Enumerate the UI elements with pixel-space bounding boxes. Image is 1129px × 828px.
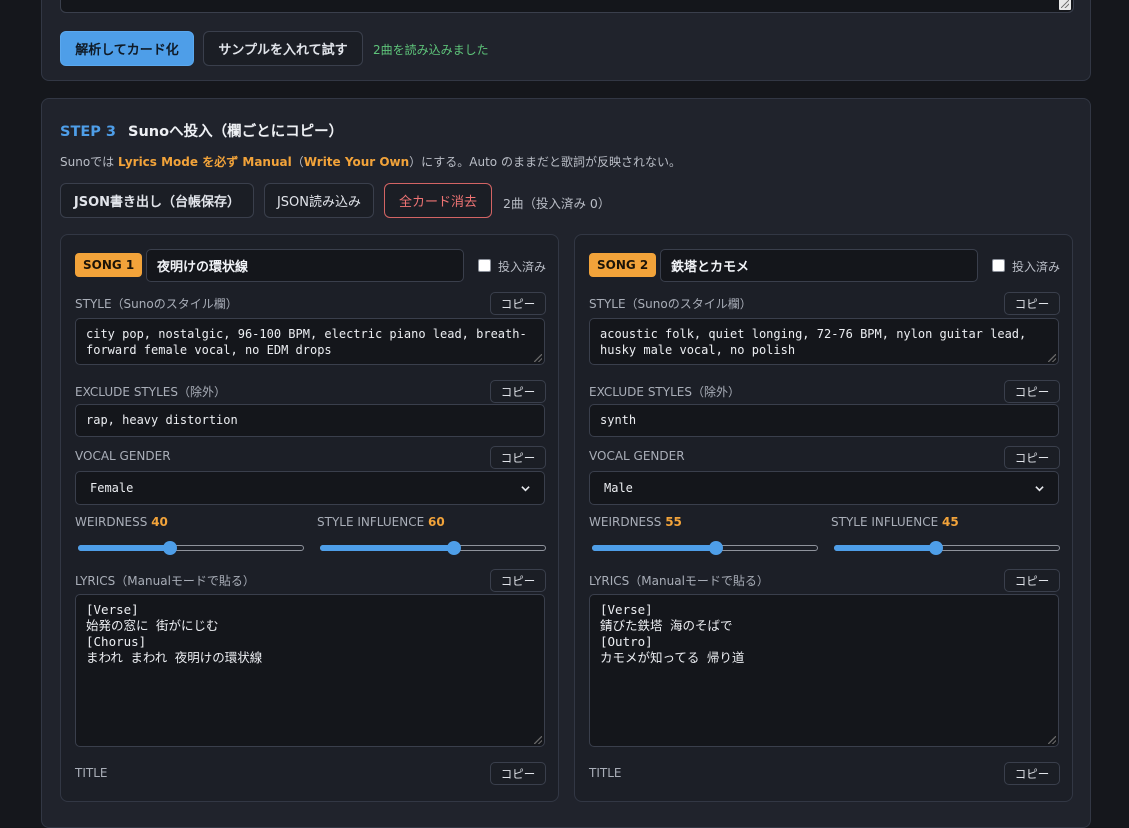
style-influence-slider[interactable] [320, 541, 546, 555]
copy-title-button[interactable]: コピー [1004, 762, 1060, 785]
weirdness-text: WEIRDNESS [589, 515, 662, 529]
slider-thumb[interactable] [708, 541, 723, 555]
copy-style-button[interactable]: コピー [490, 292, 546, 315]
sample-button[interactable]: サンプルを入れて試す [203, 31, 363, 66]
step-title: Sunoへ投入（欄ごとにコピー） [128, 124, 344, 140]
copy-exclude-button[interactable]: コピー [1004, 380, 1060, 403]
vocal-gender-value: Female [90, 481, 134, 495]
step-number: STEP 3 [60, 124, 117, 140]
copy-lyrics-button[interactable]: コピー [490, 569, 546, 592]
weirdness-value: 55 [665, 515, 682, 529]
style-influence-text: STYLE INFLUENCE [317, 515, 425, 529]
exclude-label: EXCLUDE STYLES（除外） [589, 385, 740, 399]
clear-all-button[interactable]: 全カード消去 [384, 183, 492, 218]
hint-text: Sunoでは [60, 155, 118, 169]
song-card: SONG 2 鉄塔とカモメ 投入済み STYLE（Sunoのスタイル欄） コピー… [574, 234, 1073, 802]
slider-thumb[interactable] [929, 541, 944, 555]
chevron-down-icon [1035, 485, 1044, 491]
style-label: STYLE（Sunoのスタイル欄） [589, 297, 752, 311]
song-card: SONG 1 夜明けの環状線 投入済み STYLE（Sunoのスタイル欄） コピ… [60, 234, 559, 802]
song-badge: SONG 1 [75, 253, 143, 277]
weirdness-slider[interactable] [78, 541, 304, 555]
hint-highlight-manual: Lyrics Mode を必ず Manual [118, 155, 292, 169]
slider-thumb[interactable] [162, 541, 177, 555]
style-influence-slider[interactable] [834, 541, 1060, 555]
style-influence-value: 45 [942, 515, 959, 529]
song-title-input[interactable]: 鉄塔とカモメ [660, 249, 978, 282]
song-badge: SONG 2 [589, 253, 657, 277]
exclude-input[interactable]: rap, heavy distortion [75, 404, 545, 437]
weirdness-value: 40 [151, 515, 168, 529]
resize-grip-icon[interactable] [1059, 0, 1071, 10]
done-label: 投入済み [1012, 260, 1061, 274]
style-influence-label: STYLE INFLUENCE 60 [317, 515, 445, 529]
vocal-gender-label: VOCAL GENDER [75, 449, 171, 463]
lyrics-mode-hint: Sunoでは Lyrics Mode を必ず Manual（Write Your… [60, 153, 681, 170]
style-influence-text: STYLE INFLUENCE [831, 515, 939, 529]
import-json-button[interactable]: JSON読み込み [264, 183, 374, 218]
style-label: STYLE（Sunoのスタイル欄） [75, 297, 238, 311]
style-textarea[interactable]: acoustic folk, quiet longing, 72-76 BPM,… [589, 318, 1059, 365]
lyrics-label: LYRICS（Manualモードで貼る） [589, 574, 769, 588]
copy-title-button[interactable]: コピー [490, 762, 546, 785]
lyrics-label: LYRICS（Manualモードで貼る） [75, 574, 255, 588]
weirdness-label: WEIRDNESS 40 [75, 515, 168, 529]
lyrics-textarea[interactable]: [Verse] 錆びた鉄塔 海のそばで [Outro] カモメが知ってる 帰り道 [589, 594, 1059, 747]
style-textarea[interactable]: city pop, nostalgic, 96-100 BPM, electri… [75, 318, 545, 365]
step3-panel: STEP 3 Sunoへ投入（欄ごとにコピー） Sunoでは Lyrics Mod… [41, 98, 1091, 828]
hint-highlight-write: Write Your Own [303, 155, 410, 169]
done-label: 投入済み [498, 260, 547, 274]
style-influence-value: 60 [428, 515, 445, 529]
export-json-button[interactable]: JSON書き出し（台帳保存） [60, 183, 254, 218]
source-textarea[interactable] [60, 0, 1074, 13]
lyrics-textarea[interactable]: [Verse] 始発の窓に 街がにじむ [Chorus] まわれ まわれ 夜明け… [75, 594, 545, 747]
weirdness-text: WEIRDNESS [75, 515, 148, 529]
copy-exclude-button[interactable]: コピー [490, 380, 546, 403]
step2-panel: 解析してカード化 サンプルを入れて試す 2曲を読み込みました [41, 0, 1091, 81]
vocal-gender-select[interactable]: Female [75, 471, 545, 505]
parse-button[interactable]: 解析してカード化 [60, 31, 194, 66]
slider-thumb[interactable] [447, 541, 462, 555]
done-checkbox[interactable] [992, 259, 1005, 272]
weirdness-label: WEIRDNESS 55 [589, 515, 682, 529]
title-label: TITLE [75, 766, 108, 780]
exclude-label: EXCLUDE STYLES（除外） [75, 385, 226, 399]
song-title-input[interactable]: 夜明けの環状線 [146, 249, 464, 282]
exclude-input[interactable]: synth [589, 404, 1059, 437]
step3-heading: STEP 3 Sunoへ投入（欄ごとにコピー） [60, 120, 343, 141]
copy-vocal-button[interactable]: コピー [490, 446, 546, 469]
style-influence-label: STYLE INFLUENCE 45 [831, 515, 959, 529]
copy-vocal-button[interactable]: コピー [1004, 446, 1060, 469]
vocal-gender-value: Male [604, 481, 633, 495]
done-checkbox[interactable] [478, 259, 491, 272]
hint-text: ）にする。Auto のままだと歌詞が反映されない。 [409, 155, 681, 169]
title-label: TITLE [589, 766, 622, 780]
copy-style-button[interactable]: コピー [1004, 292, 1060, 315]
load-status: 2曲を読み込みました [373, 43, 489, 57]
vocal-gender-select[interactable]: Male [589, 471, 1059, 505]
hint-text: （ [291, 155, 304, 169]
vocal-gender-label: VOCAL GENDER [589, 449, 685, 463]
copy-lyrics-button[interactable]: コピー [1004, 569, 1060, 592]
weirdness-slider[interactable] [592, 541, 818, 555]
song-count: 2曲（投入済み 0） [503, 196, 611, 211]
chevron-down-icon [521, 485, 530, 491]
